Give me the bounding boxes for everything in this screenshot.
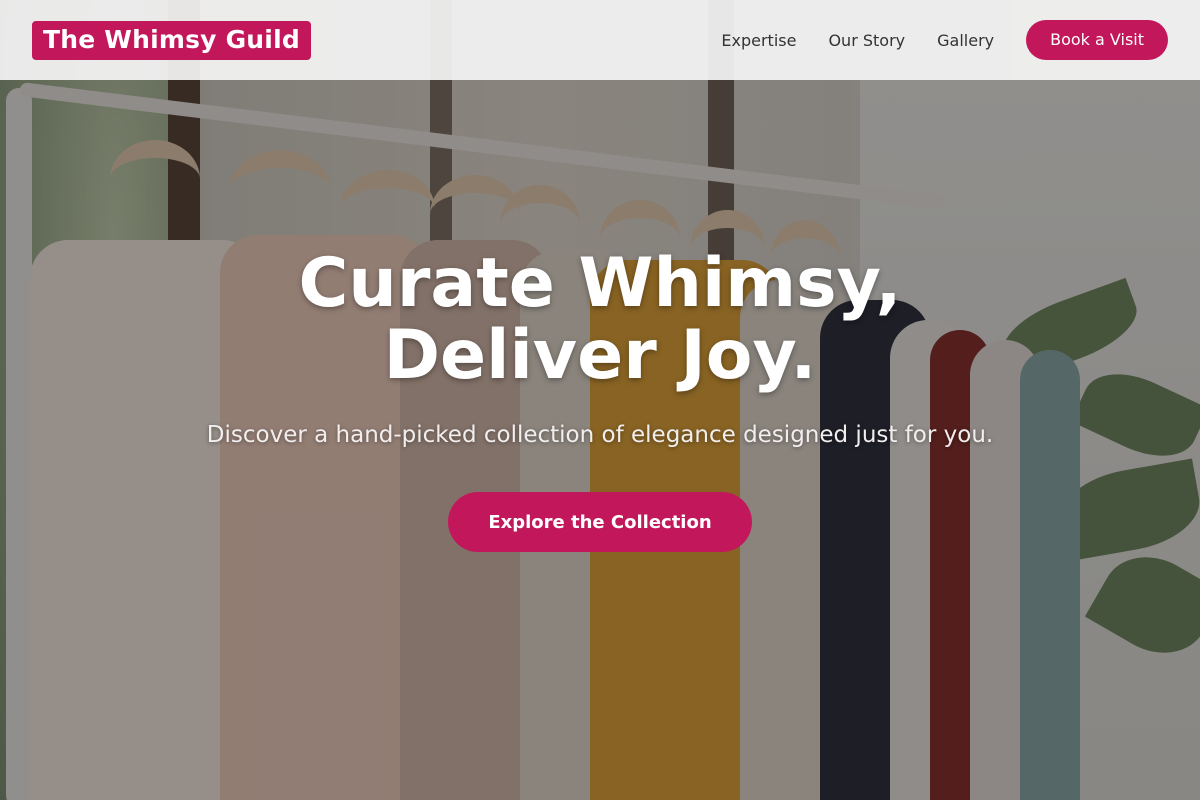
explore-collection-button[interactable]: Explore the Collection [448, 492, 752, 552]
book-visit-button[interactable]: Book a Visit [1026, 20, 1168, 60]
nav-link-expertise[interactable]: Expertise [721, 31, 796, 50]
nav-links: Expertise Our Story Gallery Book a Visit [689, 20, 1168, 60]
hero-headline-line-2: Deliver Joy. [383, 316, 817, 395]
nav-link-gallery[interactable]: Gallery [937, 31, 994, 50]
hero-headline: Curate Whimsy, Deliver Joy. [0, 248, 1200, 392]
top-navigation: The Whimsy Guild Expertise Our Story Gal… [0, 0, 1200, 80]
brand-logo[interactable]: The Whimsy Guild [32, 20, 311, 60]
hero-headline-line-1: Curate Whimsy, [298, 244, 902, 323]
nav-link-our-story[interactable]: Our Story [828, 31, 905, 50]
hero-content: Curate Whimsy, Deliver Joy. Discover a h… [0, 248, 1200, 552]
hero-subheadline: Discover a hand-picked collection of ele… [206, 422, 994, 448]
